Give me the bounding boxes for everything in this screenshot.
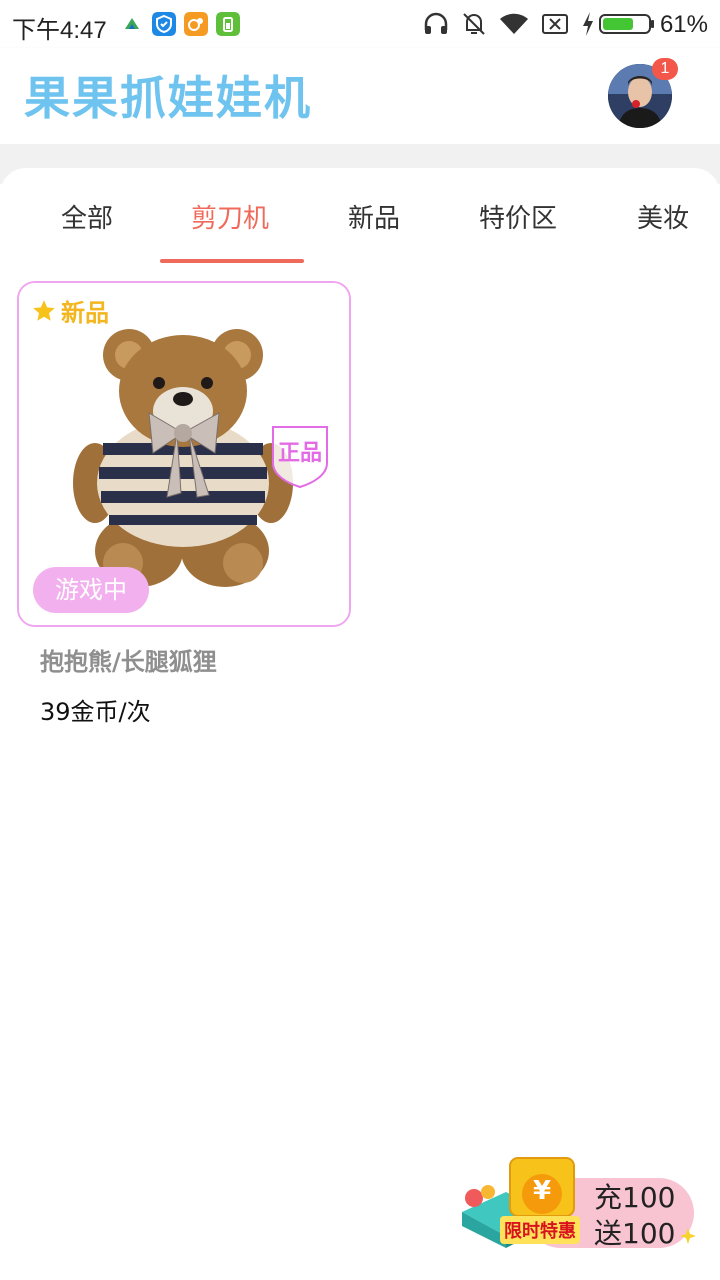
- wifi-icon: [500, 13, 528, 34]
- battery-percent: 61%: [659, 11, 708, 38]
- charging-icon: [583, 12, 593, 36]
- star-icon: [33, 299, 55, 321]
- genuine-badge-label: 正品: [277, 441, 322, 466]
- shield-app-icon: [152, 12, 176, 36]
- promo-bonus-text: 送100: [594, 1217, 676, 1250]
- recharge-promo-button[interactable]: ¥ 限时特惠 充100 送100: [456, 1152, 700, 1252]
- sparkle-icon: [680, 1228, 696, 1244]
- status-time: 下午4:47: [12, 17, 107, 44]
- headphones-icon: [424, 12, 448, 34]
- squirrel-app-icon: [184, 12, 208, 36]
- tab-all[interactable]: 全部: [61, 198, 113, 235]
- active-tab-indicator: [160, 259, 304, 263]
- category-tabs: 全部 剪刀机 新品 特价区 美妆: [0, 168, 720, 264]
- new-badge-label: 新品: [61, 299, 109, 327]
- notification-badge: 1: [652, 58, 678, 80]
- content-panel: 全部 剪刀机 新品 特价区 美妆 新品 正品 游戏中 抱抱熊/长腿狐狸 39金币…: [0, 168, 720, 1280]
- product-name[interactable]: 抱抱熊/长腿狐狸: [40, 642, 217, 677]
- status-bar: 下午4:47 61%: [0, 0, 720, 48]
- user-avatar-button[interactable]: 1: [608, 58, 678, 128]
- tab-new[interactable]: 新品: [348, 198, 400, 235]
- tab-special-offer[interactable]: 特价区: [479, 198, 557, 235]
- no-sim-icon: [542, 14, 568, 34]
- battery-icon: [599, 14, 654, 34]
- product-price: 39金币/次: [40, 698, 151, 726]
- app-header: 果果抓娃娃机 1: [0, 48, 720, 144]
- limited-offer-label: 限时特惠: [500, 1216, 580, 1244]
- app-title: 果果抓娃娃机: [24, 71, 312, 125]
- mute-bell-icon: [463, 13, 485, 35]
- playing-status-badge: 游戏中: [33, 567, 149, 613]
- sim-app-icon: [120, 12, 144, 36]
- battery-app-icon: [216, 12, 240, 36]
- tab-beauty[interactable]: 美妆: [637, 198, 689, 235]
- tab-scissor-machine[interactable]: 剪刀机: [191, 198, 269, 235]
- yen-symbol: ¥: [532, 1176, 552, 1206]
- promo-recharge-text: 充100: [594, 1181, 676, 1214]
- product-card[interactable]: 新品 正品 游戏中: [17, 281, 351, 627]
- new-badge: 新品: [31, 293, 109, 328]
- genuine-badge: 正品: [269, 423, 331, 489]
